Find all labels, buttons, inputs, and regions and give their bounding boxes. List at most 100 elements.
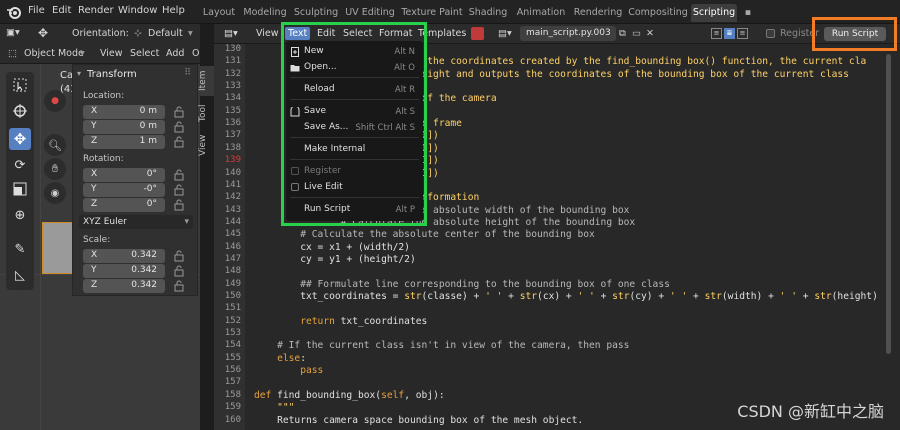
lock-icon[interactable] [173,106,185,118]
menu-window[interactable]: Window [118,5,157,16]
menu-edit[interactable]: Edit [52,5,71,16]
camera-view-icon[interactable]: ◉ [44,182,66,204]
tab-sculpting[interactable]: Sculpting [293,4,339,22]
rotation-mode-dropdown[interactable]: XYZ Euler ▾ [79,215,193,229]
syntax-highlight-toggle-icon[interactable]: ≡ [737,28,748,39]
collapse-chevron-icon[interactable]: ▾ [77,69,81,78]
location-y-field[interactable]: Y0 m [83,120,165,134]
tab-modeling[interactable]: Modeling [242,4,288,22]
tab-rendering[interactable]: Rendering [573,4,623,22]
line-number: 140 [224,167,241,178]
word-wrap-toggle-icon[interactable]: ≣ [724,28,735,39]
annotate-tool[interactable]: ✎ [9,238,31,260]
tab-compositing[interactable]: Compositing [628,4,688,22]
scale-y-field[interactable]: Y 0.342 [83,264,165,278]
menu-render[interactable]: Render [78,5,114,16]
lock-icon[interactable] [173,250,185,262]
viewport-menu-view[interactable]: View [100,48,123,59]
select-box-tool[interactable] [9,74,31,96]
lock-icon[interactable] [173,280,185,292]
tab-animation[interactable]: Animation [514,4,568,22]
tab-texture-paint[interactable]: Texture Paint [401,4,463,22]
line-number: 148 [224,266,241,277]
scale-x-field[interactable]: X 0.342 [83,249,165,263]
lock-icon[interactable] [173,184,185,196]
rotation-x-field[interactable]: X 0° [83,168,165,182]
viewport-menu-add[interactable]: Add [166,48,184,59]
rotate-tool[interactable]: ⟳ [9,154,31,176]
transform-gizmo-icon[interactable]: ✥ [38,26,48,40]
open-folder-icon[interactable]: ▭ [632,28,641,39]
line-number: 141 [224,179,241,190]
script-filename-field[interactable]: main_script.py.003 [520,26,616,41]
rotation-z-field[interactable]: Z 0° [83,198,165,212]
zoom-icon[interactable]: 🔍︎ [44,134,66,156]
code-line: return txt_coordinates [300,315,428,327]
editor-type-icon[interactable]: ▣▾ [6,27,20,38]
line-number: 145 [224,229,241,240]
code-line: ## Formulate line corresponding to the b… [254,278,670,290]
scale-tool[interactable] [9,178,31,200]
watermark: CSDN @新缸中之脑 [737,402,884,421]
measure-tool[interactable]: ◺ [9,264,31,286]
viewport-menu-select[interactable]: Select [130,48,159,59]
menu-help[interactable]: Help [162,5,185,16]
viewport-menu-object[interactable]: Objec [192,48,200,59]
orientation-dropdown[interactable]: Default [148,28,183,39]
location-x-field[interactable]: X0 m [83,105,165,119]
code-line: else: [277,352,306,364]
line-number: 130 [224,44,241,54]
blender-logo-icon[interactable] [6,4,22,20]
highlight-box-text-menu [281,22,427,226]
editor-scrollbar[interactable] [886,54,891,354]
transform-tool[interactable]: ⊕ [9,204,31,226]
line-number: 133 [224,81,241,92]
annotate-icon: ✎ [14,241,26,257]
code-line: cx = x1 + (width/2) [254,241,410,253]
lock-icon[interactable] [173,136,185,148]
measure-icon: ◺ [15,267,25,283]
line-number: 131 [224,56,241,67]
register-checkbox[interactable] [766,29,775,38]
scale-label: Scale: [83,235,111,245]
tab-uv-editing[interactable]: UV Editing [344,4,396,22]
text-datablock-icon[interactable]: ▤▾ [498,28,512,39]
move-icon: ✥ [13,130,27,148]
chevron-down-icon[interactable]: ▾ [188,28,193,39]
tab-shading[interactable]: Shading [468,4,508,22]
location-z-field[interactable]: Z1 m [83,135,165,149]
lock-icon[interactable] [173,199,185,211]
drag-handle-icon[interactable]: ⠿ [184,68,191,78]
cursor-tool[interactable] [9,100,31,122]
rotation-y-field[interactable]: Y -0° [83,183,165,197]
lock-icon[interactable] [173,169,185,181]
line-number: 134 [224,93,241,104]
line-number: 132 [224,68,241,79]
add-workspace-button[interactable]: ▪ [741,4,755,22]
line-numbers-toggle-icon[interactable]: ≡ [711,28,722,39]
te-menu-view[interactable]: View [256,28,279,39]
editor-type-icon[interactable]: ▤▾ [224,28,238,39]
duplicate-icon[interactable]: ⧉ [619,28,626,39]
scale-z-field[interactable]: Z 0.342 [83,279,165,293]
lock-icon[interactable] [173,265,185,277]
gizmo-axis-x-icon[interactable]: ● [44,90,66,112]
select-box-icon [13,78,27,92]
move-tool[interactable]: ✥ [9,128,31,150]
close-icon[interactable]: ✕ [646,28,654,39]
line-number: 150 [224,291,241,301]
tab-view[interactable]: View [198,130,214,160]
lock-icon[interactable] [173,121,185,133]
tab-tool[interactable]: Tool [198,98,214,128]
tab-item[interactable]: Item [198,66,214,96]
rotate-icon: ⟳ [14,157,26,173]
code-line: # Calculate the absolute center of the b… [254,229,595,241]
pan-hand-icon[interactable]: ✋︎ [44,158,66,180]
menu-file[interactable]: File [28,5,45,16]
sidebar-tabs: Item Tool View [198,64,214,164]
code-line: cy = y1 + (height/2) [254,253,416,265]
mode-dropdown[interactable]: Object Mode [24,48,84,59]
tab-layout[interactable]: Layout [200,4,238,22]
chevron-down-icon[interactable]: ▾ [80,48,85,59]
tab-scripting[interactable]: Scripting [691,4,737,22]
